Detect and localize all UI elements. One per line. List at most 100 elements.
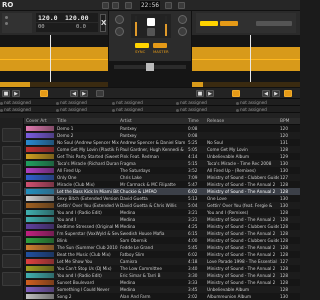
cell-time: 5:25 [188, 140, 198, 145]
deck-b-waveform[interactable] [192, 35, 300, 87]
table-row[interactable]: Beat the Music (Club Mix) Fatboy Slim 6:02… [24, 251, 300, 258]
cell-title: Let Me Show You [57, 259, 93, 264]
sidebar-item-playlist[interactable] [2, 236, 21, 250]
sidebar-item-playlist[interactable] [2, 146, 21, 160]
cell-bpm: 131 [280, 140, 288, 145]
cell-bpm: 128 [280, 266, 288, 271]
cell-time: 3:45 [188, 287, 198, 292]
crossfader-icon[interactable] [147, 18, 155, 26]
cover-art-thumbnail [26, 203, 54, 208]
cell-release: Ministry of Sound - The Annual 2 [207, 217, 276, 222]
cover-art-thumbnail [26, 210, 54, 215]
master-button[interactable] [153, 43, 167, 48]
table-row[interactable]: Let the Bass Kick In Miami Bitch (Extend… [24, 188, 300, 195]
table-row[interactable]: Demo 1 Pantxey 0:08 120 [24, 125, 300, 132]
wifi-icon[interactable] [125, 2, 132, 9]
sidebar-item-playlist[interactable] [2, 128, 21, 142]
cell-bpm: 130 [280, 196, 288, 201]
deck-a-x-button[interactable]: X [100, 14, 106, 32]
deck-b-chip[interactable] [256, 21, 292, 26]
table-row[interactable]: Something I Could Never Medina 3:45 Unbelie… [24, 286, 300, 293]
sidebar-item-playlist[interactable] [2, 254, 21, 268]
deck-a-bpm-display: 120.00 [62, 13, 98, 22]
table-row[interactable]: Sunset Boulevard Medina 3:33 Ministry of So… [24, 279, 300, 286]
cell-release: One Love [207, 196, 227, 201]
table-row[interactable]: Song 2 Alan And Farm 2:02 Albumreunion Albu… [24, 293, 300, 300]
table-row[interactable]: All Fired Up The Saturdays 3:52 All Fired U… [24, 167, 300, 174]
table-row[interactable]: I'm Superstar (VoxWyld & Sevenn Club Mix… [24, 230, 300, 237]
cell-release: Love Parade 1998 - The Essential [207, 259, 277, 264]
table-row[interactable]: Only One Chris Lake 7:09 Ministry of Sound … [24, 174, 300, 181]
cell-time: 2:02 [188, 294, 198, 299]
sidebar-item-playlist[interactable] [2, 164, 21, 178]
app-logo: RO [2, 1, 14, 9]
eq-knob[interactable] [115, 27, 124, 36]
table-row[interactable]: Demo 2 Pantxey 0:08 120 [24, 132, 300, 139]
table-row[interactable]: No Soul (Andrew Spencer Mix) Andrew Spenc… [24, 139, 300, 146]
cell-artist: The Saturdays [120, 168, 151, 173]
table-row[interactable]: Blink Sam Obernik 4:00 Ministry of Sound - … [24, 237, 300, 244]
mixer-panel: SYNC MASTER [108, 11, 192, 61]
cover-art-thumbnail [26, 287, 54, 292]
table-row[interactable]: You Can't Stop Us (DJ Mix) The Low Commit… [24, 265, 300, 272]
table-row[interactable]: Let Me Show You Camisra 4:18 Love Parade 19… [24, 258, 300, 265]
cell-artist: Chris Lake [120, 175, 142, 180]
deck-a-waveform[interactable] [0, 35, 108, 87]
table-row[interactable]: Toca's Miracle (Richard Durand Remix)Fra… [24, 160, 300, 167]
table-row[interactable]: You and I (Radio Edit) Medina 3:21 You and … [24, 209, 300, 216]
gain-knob[interactable] [178, 15, 187, 24]
table-row[interactable]: You and I Medina 3:21 Ministry of Sound - T… [24, 216, 300, 223]
rec-icon[interactable] [112, 2, 119, 9]
table-row[interactable]: Get This Party Started (Sweet Dreams Rem… [24, 153, 300, 160]
next-button[interactable]: ▶ [272, 90, 280, 97]
col-time[interactable]: Time [188, 119, 199, 124]
audio-icon[interactable] [102, 2, 109, 9]
deck-b-chip[interactable] [220, 21, 238, 26]
level-meter [135, 16, 137, 36]
play-button[interactable]: ▶ [206, 90, 214, 97]
cell-title: Only One [57, 175, 77, 180]
deck-b-chip[interactable] [200, 21, 218, 26]
table-row[interactable]: The Sun (Summer Club 2010 Remix)Fedde Le… [24, 244, 300, 251]
cell-title: I'm Superstar (VoxWyld & Sevenn Club Mix… [57, 231, 119, 236]
top-bar: RO 22:56 [0, 0, 300, 11]
crossfader-handle[interactable] [146, 63, 154, 71]
table-row[interactable]: Bedtime Stressed (Original Mix) Medina 4:2… [24, 223, 300, 230]
deck-b-info [196, 13, 296, 33]
cell-title: Demo 2 [57, 133, 74, 138]
cell-bpm: 130 [280, 294, 288, 299]
sync-deck-button[interactable] [96, 90, 104, 97]
col-artist[interactable]: Artist [120, 119, 132, 124]
cell-artist: Camisra [120, 259, 138, 264]
sidebar-item-playlist[interactable] [2, 272, 21, 286]
loop-button[interactable] [232, 90, 240, 97]
table-row[interactable]: You and I (Radio Edit) Eric Simar & Tarri… [24, 272, 300, 279]
sidebar-item-playlist[interactable] [2, 182, 21, 196]
loop-button[interactable] [40, 90, 48, 97]
sync-deck-button[interactable] [284, 90, 292, 97]
prev-button[interactable]: ◀ [262, 90, 270, 97]
eq-knob[interactable] [178, 27, 187, 36]
table-row[interactable]: Sexy Bitch (Extended Version) David Guett… [24, 195, 300, 202]
next-button[interactable]: ▶ [80, 90, 88, 97]
sync-button[interactable] [135, 43, 149, 48]
cell-title: Beat the Music (Club Mix) [57, 252, 111, 257]
col-release[interactable]: Release [207, 119, 224, 124]
gain-knob[interactable] [115, 15, 124, 24]
waveform-center [192, 59, 300, 60]
play-button[interactable]: ▶ [12, 90, 20, 97]
prev-button[interactable]: ◀ [70, 90, 78, 97]
cell-release: Toca's Miracle - Time Rec 2008 [207, 161, 272, 166]
table-row[interactable]: Gettin' Over You (Extended Version)David… [24, 202, 300, 209]
col-bpm[interactable]: BPM [280, 119, 289, 124]
col-title[interactable]: Title [57, 119, 66, 124]
sidebar-item-playlist[interactable] [2, 218, 21, 232]
cue-button[interactable]: ■ [2, 90, 10, 97]
col-cover-art[interactable]: Cover Art [26, 119, 47, 124]
cover-art-thumbnail [26, 196, 54, 201]
sidebar-item-playlist[interactable] [2, 200, 21, 214]
cue-button[interactable]: ■ [196, 90, 204, 97]
table-row[interactable]: Come Get My Lovin (Plastik Funk Remix)Pa… [24, 146, 300, 153]
mute-icon[interactable] [147, 28, 155, 36]
table-row[interactable]: Miracle (Club Mix) Mr Carmack & MC Filipa… [24, 181, 300, 188]
